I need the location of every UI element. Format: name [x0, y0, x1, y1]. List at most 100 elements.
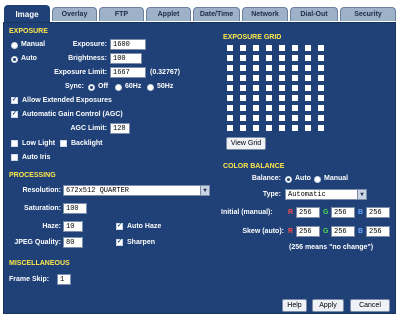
tab-ftp[interactable]: FTP	[99, 7, 144, 21]
exposure-grid-cell[interactable]	[227, 95, 233, 101]
view-grid-button[interactable]: View Grid	[226, 137, 266, 150]
sharpen-checkbox[interactable]: ✓	[116, 239, 123, 246]
frame-skip-input[interactable]: 1	[57, 274, 71, 285]
auto-iris-checkbox[interactable]	[11, 154, 18, 161]
exposure-grid-cell[interactable]	[318, 125, 324, 131]
exposure-grid-cell[interactable]	[240, 85, 246, 91]
exposure-grid-cell[interactable]	[266, 65, 272, 71]
exposure-input[interactable]: 1600	[110, 39, 146, 50]
exposure-grid-cell[interactable]	[305, 105, 311, 111]
exposure-grid-cell[interactable]	[240, 75, 246, 81]
initial-red-input[interactable]: 256	[296, 207, 320, 218]
exposure-grid-cell[interactable]	[240, 125, 246, 131]
exposure-limit-input[interactable]: 1667	[110, 67, 146, 78]
exposure-grid-cell[interactable]	[253, 45, 259, 51]
tab-applet[interactable]: Applet	[146, 7, 191, 21]
exposure-grid-cell[interactable]	[266, 115, 272, 121]
exposure-grid[interactable]	[223, 45, 373, 145]
jpeg-quality-input[interactable]: 80	[63, 237, 83, 248]
initial-green-input[interactable]: 256	[331, 207, 355, 218]
exposure-grid-cell[interactable]	[305, 115, 311, 121]
exposure-grid-cell[interactable]	[240, 65, 246, 71]
exposure-grid-cell[interactable]	[227, 55, 233, 61]
exposure-grid-cell[interactable]	[227, 65, 233, 71]
haze-input[interactable]: 10	[63, 221, 83, 232]
exposure-grid-cell[interactable]	[279, 45, 285, 51]
exposure-grid-cell[interactable]	[253, 125, 259, 131]
backlight-checkbox[interactable]	[60, 140, 67, 147]
auto-haze-checkbox[interactable]: ✓	[116, 223, 123, 230]
exposure-grid-cell[interactable]	[279, 105, 285, 111]
exposure-grid-cell[interactable]	[292, 65, 298, 71]
exposure-grid-cell[interactable]	[318, 75, 324, 81]
exposure-grid-cell[interactable]	[318, 105, 324, 111]
exposure-grid-cell[interactable]	[240, 45, 246, 51]
exposure-grid-cell[interactable]	[292, 95, 298, 101]
exposure-grid-cell[interactable]	[318, 55, 324, 61]
exposure-grid-cell[interactable]	[279, 95, 285, 101]
low-light-checkbox[interactable]	[11, 140, 18, 147]
exposure-grid-cell[interactable]	[253, 115, 259, 121]
exposure-grid-cell[interactable]	[266, 85, 272, 91]
balance-manual-radio[interactable]	[314, 176, 321, 183]
exposure-grid-cell[interactable]	[266, 105, 272, 111]
tab-date-time[interactable]: Date/Time	[193, 7, 240, 21]
tab-overlay[interactable]: Overlay	[52, 7, 97, 21]
exposure-grid-cell[interactable]	[292, 105, 298, 111]
saturation-input[interactable]: 100	[63, 203, 87, 214]
auto-exposure-radio[interactable]	[11, 56, 18, 63]
exposure-grid-cell[interactable]	[318, 45, 324, 51]
exposure-grid-cell[interactable]	[279, 115, 285, 121]
exposure-grid-cell[interactable]	[305, 55, 311, 61]
exposure-grid-cell[interactable]	[227, 115, 233, 121]
auto-gain-checkbox[interactable]: ✓	[11, 111, 18, 118]
initial-blue-input[interactable]: 256	[366, 207, 390, 218]
exposure-grid-cell[interactable]	[318, 65, 324, 71]
exposure-grid-cell[interactable]	[266, 95, 272, 101]
exposure-grid-cell[interactable]	[227, 75, 233, 81]
exposure-grid-cell[interactable]	[305, 95, 311, 101]
allow-extended-checkbox[interactable]: ✓	[11, 97, 18, 104]
exposure-grid-cell[interactable]	[266, 75, 272, 81]
exposure-grid-cell[interactable]	[240, 55, 246, 61]
exposure-grid-cell[interactable]	[305, 125, 311, 131]
exposure-grid-cell[interactable]	[240, 115, 246, 121]
exposure-grid-cell[interactable]	[279, 125, 285, 131]
apply-button[interactable]: Apply	[312, 299, 344, 312]
exposure-grid-cell[interactable]	[305, 65, 311, 71]
exposure-grid-cell[interactable]	[305, 85, 311, 91]
exposure-grid-cell[interactable]	[318, 115, 324, 121]
exposure-grid-cell[interactable]	[253, 75, 259, 81]
resolution-select[interactable]: 672x512 QUARTER ▼	[63, 185, 210, 196]
agc-limit-input[interactable]: 128	[110, 123, 130, 134]
manual-exposure-radio[interactable]	[11, 42, 18, 49]
exposure-grid-cell[interactable]	[292, 115, 298, 121]
balance-type-select[interactable]: Automatic ▼	[285, 189, 367, 200]
exposure-grid-cell[interactable]	[227, 105, 233, 111]
exposure-grid-cell[interactable]	[253, 55, 259, 61]
sync-off-radio[interactable]	[88, 84, 95, 91]
brightness-input[interactable]: 100	[110, 53, 142, 64]
tab-image[interactable]: Image	[4, 5, 50, 22]
exposure-grid-cell[interactable]	[292, 125, 298, 131]
exposure-grid-cell[interactable]	[279, 65, 285, 71]
exposure-grid-cell[interactable]	[279, 85, 285, 91]
exposure-grid-cell[interactable]	[279, 75, 285, 81]
exposure-grid-cell[interactable]	[253, 65, 259, 71]
cancel-button[interactable]: Cancel	[350, 299, 390, 312]
skew-green-input[interactable]: 256	[331, 226, 355, 237]
exposure-grid-cell[interactable]	[292, 85, 298, 91]
exposure-grid-cell[interactable]	[266, 45, 272, 51]
help-button[interactable]: Help	[282, 299, 307, 312]
balance-auto-radio[interactable]	[285, 176, 292, 183]
tab-dial-out[interactable]: Dial-Out	[290, 7, 338, 21]
exposure-grid-cell[interactable]	[292, 45, 298, 51]
exposure-grid-cell[interactable]	[240, 95, 246, 101]
exposure-grid-cell[interactable]	[305, 45, 311, 51]
sync-60hz-radio[interactable]	[115, 84, 122, 91]
exposure-grid-cell[interactable]	[279, 55, 285, 61]
exposure-grid-cell[interactable]	[318, 95, 324, 101]
exposure-grid-cell[interactable]	[253, 105, 259, 111]
tab-security[interactable]: Security	[340, 7, 396, 21]
skew-red-input[interactable]: 256	[296, 226, 320, 237]
